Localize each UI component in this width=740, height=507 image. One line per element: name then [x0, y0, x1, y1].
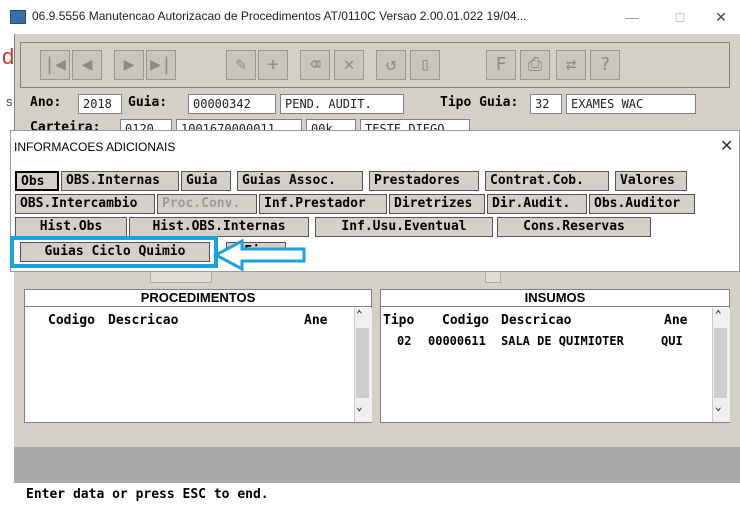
- app-icon: [10, 10, 26, 24]
- ins-col-codigo: Codigo: [442, 313, 489, 328]
- background-text-2: s: [6, 94, 13, 109]
- tab-obs-intercambio[interactable]: OBS.Intercambio: [15, 194, 155, 214]
- tab-contrat-cob[interactable]: Contrat.Cob.: [485, 171, 609, 191]
- prev-icon[interactable]: ◀: [72, 50, 102, 80]
- maximize-button[interactable]: □: [665, 6, 695, 28]
- hidden-button-stub-2: [485, 272, 501, 283]
- cancel-icon[interactable]: ✕: [334, 50, 364, 80]
- tab-guias-assoc[interactable]: Guias Assoc.: [237, 171, 363, 191]
- ano-field[interactable]: 2018: [78, 94, 122, 114]
- edit-icon[interactable]: ✎: [226, 50, 256, 80]
- tab-guia[interactable]: Guia: [181, 171, 231, 191]
- proc-scroll-down-icon[interactable]: ⌄: [356, 400, 363, 413]
- tab-inf-usu-eventual[interactable]: Inf.Usu.Eventual: [315, 217, 493, 237]
- ins-scroll-up-icon[interactable]: ⌃: [715, 308, 722, 321]
- tab-hist-obs-internas[interactable]: Hist.OBS.Internas: [129, 217, 309, 237]
- print-icon[interactable]: ⎙: [520, 50, 550, 80]
- navigate-icon[interactable]: ⇄: [556, 50, 586, 80]
- insumos-title: INSUMOS: [524, 290, 586, 305]
- ins-row-codigo[interactable]: 00000611: [428, 334, 486, 348]
- tab-prestadores[interactable]: Prestadores: [369, 171, 479, 191]
- first-icon[interactable]: |◀: [40, 50, 70, 80]
- tab-hist-obs[interactable]: Hist.Obs: [15, 217, 127, 237]
- ins-scroll-thumb[interactable]: [714, 328, 727, 398]
- procedimentos-title: PROCEDIMENTOS: [140, 290, 256, 305]
- tab-inf-prestador[interactable]: Inf.Prestador: [259, 194, 387, 214]
- background-text: d: [2, 44, 15, 69]
- message-bar: [14, 447, 740, 483]
- tipo-guia-desc-field: EXAMES WAC: [566, 94, 696, 114]
- close-window-button[interactable]: ✕: [706, 6, 736, 28]
- tab-proc-conv: Proc.Conv.: [157, 194, 257, 214]
- guia-field[interactable]: 00000342: [188, 94, 276, 114]
- proc-col-ane: Ane: [304, 313, 328, 328]
- help-icon[interactable]: ?: [590, 50, 620, 80]
- ins-col-tipo: Tipo: [383, 313, 415, 328]
- tipo-guia-label: Tipo Guia:: [440, 95, 519, 110]
- tab-cons-reservas[interactable]: Cons.Reservas: [497, 217, 651, 237]
- proc-col-descricao: Descricao: [108, 313, 179, 328]
- minimize-button[interactable]: —: [617, 6, 647, 28]
- last-icon[interactable]: ▶|: [146, 50, 176, 80]
- pointer-arrow-icon: [212, 238, 306, 272]
- tipo-guia-field[interactable]: 32: [530, 94, 562, 114]
- tab-diretrizes[interactable]: Diretrizes: [389, 194, 485, 214]
- hidden-button-stub: [150, 272, 212, 283]
- window-title: 06.9.5556 Manutencao Autorizacao de Proc…: [32, 9, 527, 23]
- tab-obs-internas[interactable]: OBS.Internas: [61, 171, 179, 191]
- ins-row-ane[interactable]: QUI: [661, 334, 683, 348]
- tab-valores[interactable]: Valores: [615, 171, 687, 191]
- ins-row-descricao[interactable]: SALA DE QUIMIOTER: [501, 334, 624, 348]
- proc-scroll-up-icon[interactable]: ⌃: [356, 308, 363, 321]
- tab-obs-auditor[interactable]: Obs.Auditor: [589, 194, 695, 214]
- ins-col-descricao: Descricao: [501, 313, 572, 328]
- dialog-close-icon[interactable]: ✕: [720, 136, 733, 156]
- proc-col-codigo: Codigo: [48, 313, 95, 328]
- divider: [24, 306, 372, 307]
- tab-dir-audit[interactable]: Dir.Audit.: [487, 194, 587, 214]
- delete-icon[interactable]: ⌫: [300, 50, 330, 80]
- ins-col-ane: Ane: [664, 313, 688, 328]
- ins-scroll-down-icon[interactable]: ⌄: [715, 400, 722, 413]
- tab-obs[interactable]: Obs: [15, 171, 59, 191]
- undo-icon[interactable]: ↺: [376, 50, 406, 80]
- next-icon[interactable]: ▶: [114, 50, 144, 80]
- ins-row-tipo[interactable]: 02: [397, 334, 411, 348]
- exit-door-icon[interactable]: ▯: [410, 50, 440, 80]
- highlight-box: [10, 236, 218, 268]
- guia-status-field: PEND. AUDIT.: [280, 94, 404, 114]
- divider-2: [380, 306, 730, 307]
- ano-label: Ano:: [30, 95, 62, 110]
- proc-scroll-thumb[interactable]: [356, 328, 369, 398]
- add-icon[interactable]: +: [258, 50, 288, 80]
- guia-label: Guia:: [128, 95, 168, 110]
- filter-icon[interactable]: F: [486, 50, 516, 80]
- procedimentos-panel: [24, 289, 372, 423]
- status-bar: Enter data or press ESC to end.: [14, 483, 740, 507]
- dialog-title: INFORMACOES ADICIONAIS: [14, 140, 176, 154]
- insumos-panel: [380, 289, 730, 423]
